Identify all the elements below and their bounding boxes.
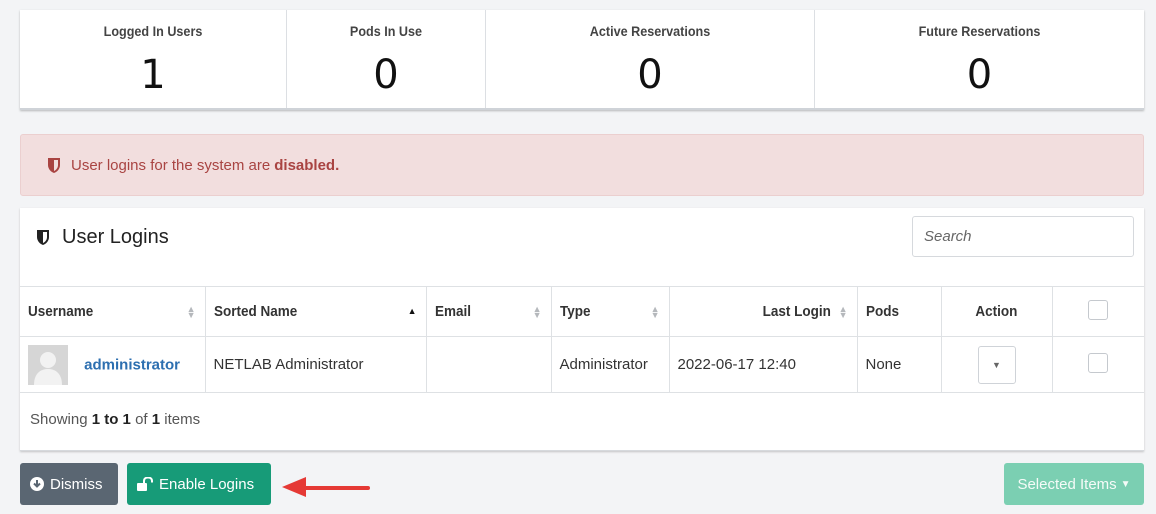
sorted-name-cell: NETLAB Administrator [204, 336, 427, 393]
stat-label: Pods In Use [349, 23, 423, 39]
panel-title: User Logins [36, 226, 169, 249]
caret-down-icon: ▼ [992, 359, 1001, 370]
user-logins-table: Username ▲ ▼ Sorted Name ▲ Email ▲ ▼ Type … [20, 286, 1144, 393]
column-header-username[interactable]: Username ▲ ▼ [20, 286, 206, 337]
username-link[interactable]: administrator [84, 356, 180, 373]
stat-label: Logged In Users [103, 23, 203, 39]
dismiss-label: Dismiss [50, 475, 103, 493]
username-cell: administrator [20, 336, 206, 393]
alert-status: disabled. [274, 156, 340, 174]
selected-items-label: Selected Items [1017, 475, 1117, 493]
stat-pods-in-use: Pods In Use 0 [287, 10, 486, 108]
circle-arrow-down-icon [30, 477, 44, 491]
last-login-cell: 2022-06-17 12:40 [668, 336, 858, 393]
enable-logins-button[interactable]: Enable Logins [127, 463, 271, 505]
stat-label: Future Reservations [918, 23, 1041, 39]
column-header-action: Action [940, 286, 1053, 337]
unlock-icon [137, 477, 153, 491]
stat-value: 0 [373, 52, 399, 98]
sort-icon: ▲ ▼ [186, 304, 196, 320]
stat-label: Active Reservations [589, 23, 711, 39]
sort-ascending-icon: ▲ [407, 306, 417, 316]
stat-logged-in-users: Logged In Users 1 [20, 10, 287, 108]
stat-active-reservations: Active Reservations 0 [486, 10, 815, 108]
action-dropdown-button[interactable]: ▼ [977, 345, 1016, 384]
pods-cell: None [856, 336, 942, 393]
pointer-arrow-icon [282, 477, 370, 497]
shield-icon [47, 157, 61, 174]
pagination-summary: Showing 1 to 1 of 1 items [30, 411, 201, 428]
column-header-sorted-name[interactable]: Sorted Name ▲ [204, 286, 427, 337]
column-header-pods: Pods [856, 286, 942, 337]
shield-icon [36, 229, 50, 246]
stats-panel: Logged In Users 1 Pods In Use 0 Active R… [20, 10, 1144, 110]
sort-icon: ▲ ▼ [532, 304, 542, 320]
panel-title-text: User Logins [62, 226, 169, 248]
stat-value: 0 [637, 52, 663, 98]
avatar [28, 344, 68, 385]
select-all-checkbox[interactable] [1088, 299, 1109, 320]
dismiss-button[interactable]: Dismiss [20, 463, 118, 505]
logins-disabled-alert: User logins for the system are disabled. [20, 134, 1144, 196]
row-checkbox[interactable] [1088, 352, 1109, 373]
column-header-last-login[interactable]: Last Login ▲ ▼ [668, 286, 858, 337]
type-cell: Administrator [550, 336, 670, 393]
enable-logins-label: Enable Logins [159, 475, 255, 493]
select-all-cell [1051, 286, 1144, 337]
stat-future-reservations: Future Reservations 0 [815, 10, 1144, 108]
alert-text: User logins for the system are [71, 156, 271, 174]
column-header-email[interactable]: Email ▲ ▼ [425, 286, 552, 337]
stat-value: 1 [140, 52, 166, 98]
stat-value: 0 [966, 52, 993, 98]
row-select-cell [1051, 336, 1144, 393]
sort-icon: ▲ ▼ [650, 304, 660, 320]
search-input[interactable] [912, 216, 1134, 257]
selected-items-button[interactable]: Selected Items ▼ [1004, 463, 1144, 505]
table-row: administrator NETLAB Administrator Admin… [20, 336, 1144, 393]
caret-down-icon: ▼ [1120, 478, 1131, 490]
user-logins-panel: User Logins Username ▲▼ Sorted Name ▲ Em… [20, 208, 1144, 451]
email-cell [425, 336, 552, 393]
action-cell: ▼ [940, 336, 1053, 393]
table-header-row: Username ▲ ▼ Sorted Name ▲ Email ▲ ▼ Type … [20, 286, 1144, 337]
column-header-type[interactable]: Type ▲ ▼ [550, 286, 670, 337]
sort-icon: ▲ ▼ [838, 304, 848, 320]
